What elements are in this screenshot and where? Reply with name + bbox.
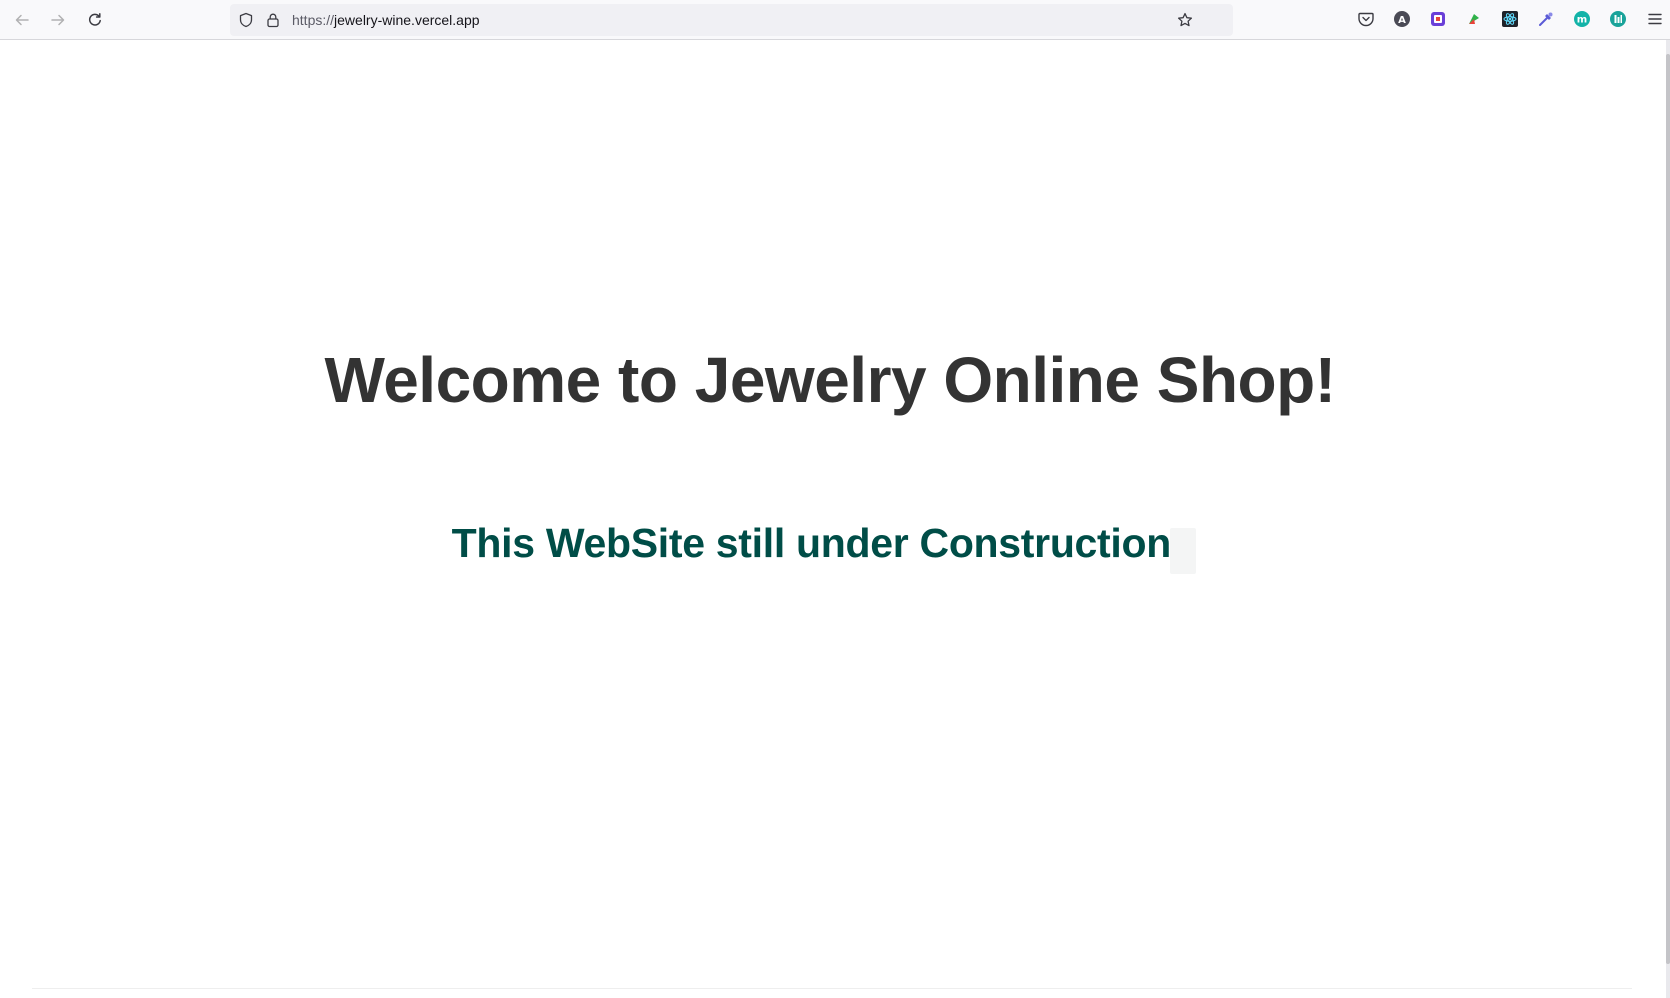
- tag-extension-icon[interactable]: [1464, 9, 1484, 29]
- shield-icon: [239, 12, 253, 28]
- a-extension-icon[interactable]: A: [1392, 9, 1412, 29]
- url-text[interactable]: https://jewelry-wine.vercel.app: [292, 12, 480, 28]
- construction-subheading: This WebSite still under Construction!: [451, 520, 1185, 566]
- site-security-button[interactable]: [265, 12, 281, 28]
- react-devtools-icon[interactable]: [1500, 9, 1520, 29]
- pocket-icon: [1358, 12, 1374, 27]
- welcome-heading: Welcome to Jewelry Online Shop!: [324, 344, 1336, 416]
- shield-extension-icon[interactable]: [1608, 9, 1628, 29]
- reload-icon: [88, 13, 101, 26]
- reload-button[interactable]: [83, 8, 107, 32]
- address-bar[interactable]: https://jewelry-wine.vercel.app: [230, 4, 1233, 36]
- hamburger-menu-icon: [1648, 13, 1662, 25]
- pocket-button[interactable]: [1356, 9, 1376, 29]
- tracking-protection-button[interactable]: [238, 12, 254, 28]
- browser-toolbar: https://jewelry-wine.vercel.app A m: [0, 0, 1670, 40]
- bookmark-button[interactable]: [1177, 12, 1193, 28]
- eyedropper-extension-icon[interactable]: [1536, 9, 1556, 29]
- arrow-right-icon: [51, 14, 65, 26]
- grammar-extension-icon[interactable]: [1428, 9, 1448, 29]
- app-menu-button[interactable]: [1645, 9, 1665, 29]
- m-extension-icon[interactable]: m: [1572, 9, 1592, 29]
- back-button[interactable]: [10, 8, 34, 32]
- arrow-left-icon: [15, 14, 29, 26]
- footer-divider: [32, 988, 1632, 989]
- cursor-highlight: [1170, 528, 1196, 574]
- url-scheme: https://: [292, 12, 335, 28]
- svg-text:A: A: [1398, 15, 1406, 26]
- url-host: jewelry-wine.vercel.app: [334, 12, 480, 28]
- svg-text:m: m: [1577, 15, 1587, 26]
- scrollbar-thumb[interactable]: [1666, 54, 1670, 964]
- forward-button[interactable]: [46, 8, 70, 32]
- lock-icon: [267, 13, 279, 28]
- page-scrollbar[interactable]: [1666, 40, 1670, 998]
- star-icon: [1177, 12, 1193, 27]
